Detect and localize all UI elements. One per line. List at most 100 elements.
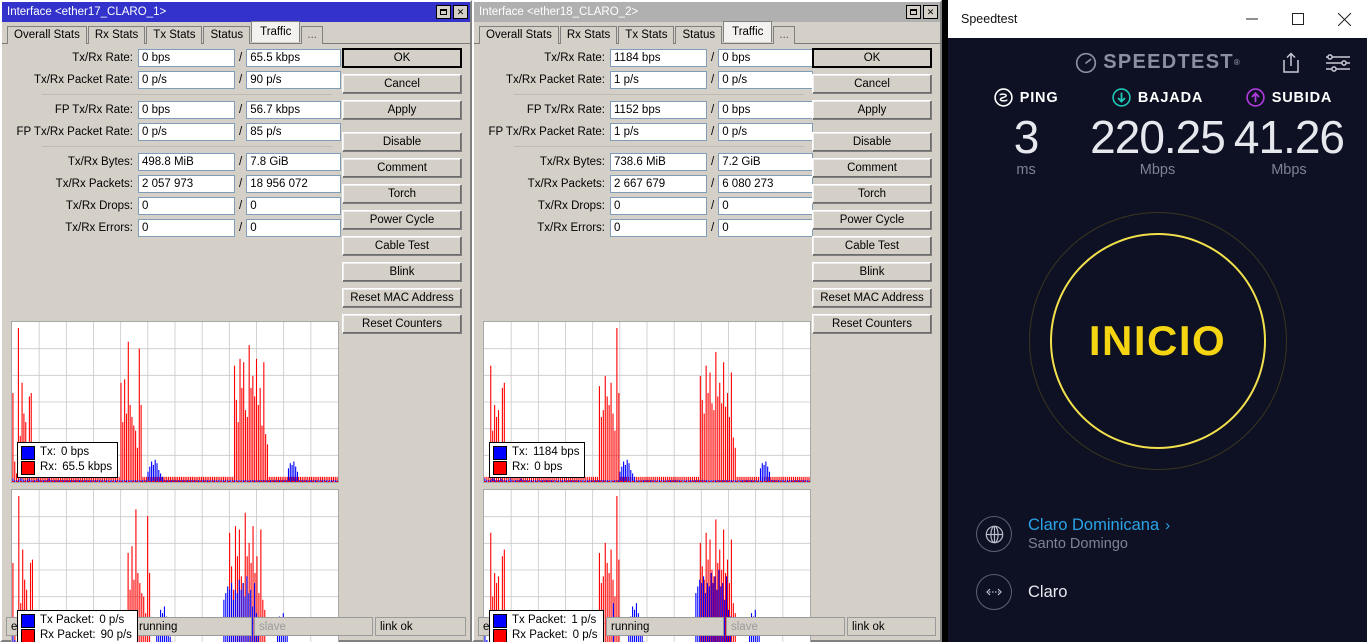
tab-rx-stats[interactable]: Rx Stats: [559, 26, 618, 44]
disable-button[interactable]: Disable: [812, 132, 932, 152]
tab-traffic[interactable]: Traffic: [723, 21, 773, 42]
tab-overall-stats[interactable]: Overall Stats: [479, 26, 559, 44]
fp-tx-rx-rate-rx[interactable]: 0 bps: [718, 100, 814, 119]
traffic-form: Tx/Rx Rate: 1184 bps / 0 bps Tx/Rx Packe…: [474, 48, 814, 240]
blink-button[interactable]: Blink: [812, 262, 932, 282]
tx-rx-errors-rx[interactable]: 0: [718, 218, 814, 237]
fp-tx-rx-packet-rate-rx[interactable]: 85 p/s: [246, 122, 342, 141]
divider: [514, 146, 804, 147]
window-titlebar[interactable]: Interface <ether17_CLARO_1> ✕: [2, 2, 470, 22]
tx-rx-drops-rx[interactable]: 0: [718, 196, 814, 215]
power-cycle-button[interactable]: Power Cycle: [342, 210, 462, 230]
tx-rx-packets-rx[interactable]: 6 080 273: [718, 174, 814, 193]
fp-tx-rx-packet-rate-tx[interactable]: 1 p/s: [610, 122, 707, 141]
reset-counters-button[interactable]: Reset Counters: [812, 314, 932, 334]
close-icon[interactable]: ✕: [453, 5, 468, 19]
torch-button[interactable]: Torch: [342, 184, 462, 204]
metric-download-unit: Mbps: [1139, 161, 1176, 178]
blink-button[interactable]: Blink: [342, 262, 462, 282]
tab-more[interactable]: ...: [301, 26, 323, 44]
tx-rx-packets-rx[interactable]: 18 956 072: [246, 174, 342, 193]
start-test-button[interactable]: INICIO: [1049, 233, 1266, 449]
provider-text: Claro Dominicana › Santo Domingo: [1028, 516, 1170, 552]
tabstrip: Overall Stats Rx Stats Tx Stats Status T…: [2, 21, 470, 44]
tx-rx-packet-rate-tx[interactable]: 0 p/s: [138, 70, 235, 89]
tx-rx-errors-rx[interactable]: 0: [246, 218, 342, 237]
tab-tx-stats[interactable]: Tx Stats: [618, 26, 675, 44]
legend-rx-packet-key: Rx Packet:: [40, 629, 96, 641]
interface-window-ether18[interactable]: Interface <ether18_CLARO_2> ✕ Overall St…: [472, 0, 942, 642]
tx-rx-drops-tx[interactable]: 0: [610, 196, 707, 215]
reset-mac-address-button[interactable]: Reset MAC Address: [812, 288, 932, 308]
maximize-icon[interactable]: [1275, 0, 1321, 38]
cancel-button[interactable]: Cancel: [342, 74, 462, 94]
tab-tx-stats[interactable]: Tx Stats: [146, 26, 203, 44]
tx-rx-errors-tx[interactable]: 0: [138, 218, 235, 237]
tx-rx-bytes-tx[interactable]: 498.8 MiB: [138, 152, 235, 171]
torch-button[interactable]: Torch: [812, 184, 932, 204]
tx-rx-rate-tx[interactable]: 0 bps: [138, 48, 235, 67]
settings-sliders-icon[interactable]: [1325, 53, 1351, 73]
tx-rx-bytes-rx[interactable]: 7.2 GiB: [718, 152, 814, 171]
interface-window-ether17[interactable]: Interface <ether17_CLARO_1> ✕ Overall St…: [0, 0, 472, 642]
tx-rx-rate-rx[interactable]: 65.5 kbps: [246, 48, 342, 67]
maximize-button[interactable]: [906, 5, 921, 19]
tab-status[interactable]: Status: [203, 26, 251, 44]
field-row-fp-tx-rx-rate: FP Tx/Rx Rate: 1152 bps / 0 bps: [474, 100, 814, 119]
field-row-tx-rx-drops: Tx/Rx Drops: 0 / 0: [2, 196, 342, 215]
tx-rx-bytes-tx[interactable]: 738.6 MiB: [610, 152, 707, 171]
separator-slash: /: [711, 155, 715, 168]
reset-mac-address-button[interactable]: Reset MAC Address: [342, 288, 462, 308]
tx-rx-rate-tx[interactable]: 1184 bps: [610, 48, 707, 67]
tx-rx-errors-tx[interactable]: 0: [610, 218, 707, 237]
tx-rx-bytes-rx[interactable]: 7.8 GiB: [246, 152, 342, 171]
tx-rx-rate-rx[interactable]: 0 bps: [718, 48, 814, 67]
power-cycle-button[interactable]: Power Cycle: [812, 210, 932, 230]
fp-tx-rx-rate-tx[interactable]: 0 bps: [138, 100, 235, 119]
tab-overall-stats[interactable]: Overall Stats: [7, 26, 87, 44]
cancel-button[interactable]: Cancel: [812, 74, 932, 94]
fp-tx-rx-packet-rate-tx[interactable]: 0 p/s: [138, 122, 235, 141]
ok-button[interactable]: OK: [342, 48, 462, 68]
tab-rx-stats[interactable]: Rx Stats: [87, 26, 146, 44]
tx-rx-drops-tx[interactable]: 0: [138, 196, 235, 215]
fp-tx-rx-rate-tx[interactable]: 1152 bps: [610, 100, 707, 119]
fp-tx-rx-rate-rx[interactable]: 56.7 kbps: [246, 100, 342, 119]
tx-rx-packet-rate-rx[interactable]: 90 p/s: [246, 70, 342, 89]
fp-tx-rx-packet-rate-rx[interactable]: 0 p/s: [718, 122, 814, 141]
maximize-button[interactable]: [436, 5, 451, 19]
separator-slash: /: [711, 51, 715, 64]
close-icon[interactable]: ✕: [923, 5, 938, 19]
trademark: ®: [1233, 58, 1240, 67]
tx-rx-packet-rate-tx[interactable]: 1 p/s: [610, 70, 707, 89]
legend-rx-packet-value: 0 p/s: [572, 629, 598, 641]
share-icon[interactable]: [1281, 52, 1301, 74]
field-label: FP Tx/Rx Rate:: [526, 103, 605, 116]
speedtest-logo: SPEEDTEST ®: [1075, 51, 1240, 74]
field-label: Tx/Rx Drops:: [537, 199, 605, 212]
tx-rx-packet-rate-rx[interactable]: 0 p/s: [718, 70, 814, 89]
tab-status[interactable]: Status: [675, 26, 723, 44]
cable-test-button[interactable]: Cable Test: [812, 236, 932, 256]
tx-rx-packets-tx[interactable]: 2 057 973: [138, 174, 235, 193]
metric-ping: PING 3 ms: [962, 88, 1090, 178]
provider-link[interactable]: Claro Dominicana ›: [1028, 516, 1170, 535]
rx-color-swatch: [493, 460, 507, 475]
tab-more[interactable]: ...: [773, 26, 795, 44]
comment-button[interactable]: Comment: [342, 158, 462, 178]
ok-button[interactable]: OK: [812, 48, 932, 68]
traffic-rate-chart: Tx: 0 bps Rx: 65.5 kbps: [11, 321, 339, 483]
window-titlebar[interactable]: Interface <ether18_CLARO_2> ✕: [474, 2, 940, 22]
comment-button[interactable]: Comment: [812, 158, 932, 178]
apply-button[interactable]: Apply: [342, 100, 462, 120]
tx-rx-drops-rx[interactable]: 0: [246, 196, 342, 215]
minimize-icon[interactable]: [1229, 0, 1275, 38]
tx-rx-packets-tx[interactable]: 2 667 679: [610, 174, 707, 193]
apply-button[interactable]: Apply: [812, 100, 932, 120]
cable-test-button[interactable]: Cable Test: [342, 236, 462, 256]
reset-counters-button[interactable]: Reset Counters: [342, 314, 462, 334]
speedtest-titlebar[interactable]: Speedtest: [948, 0, 1367, 38]
disable-button[interactable]: Disable: [342, 132, 462, 152]
tab-traffic[interactable]: Traffic: [251, 21, 301, 42]
close-icon[interactable]: [1321, 0, 1367, 38]
